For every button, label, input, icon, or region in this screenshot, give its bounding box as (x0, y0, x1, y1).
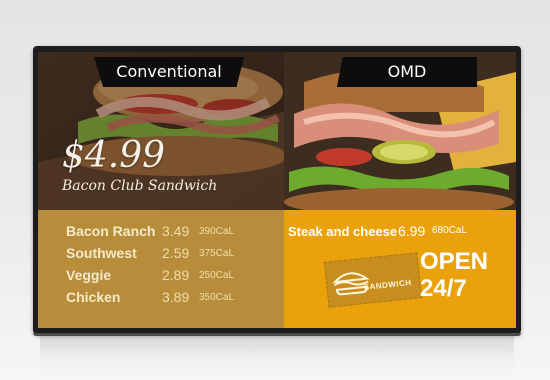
menu-item-price: 3.89 (162, 289, 190, 305)
menu-row: Veggie 2.89 250CaL (66, 266, 281, 288)
menu-item-name: Southwest (66, 245, 137, 261)
menu-item-calories: 350CaL (199, 292, 235, 303)
sandwich-stamp: SANDWICH (323, 252, 423, 308)
signage-screen: Conventional OMD $4.99 Bacon Club Sandwi… (38, 52, 516, 328)
promo-item-name: Steak and cheese (288, 224, 398, 239)
menu-row: Chicken 3.89 350CaL (66, 288, 281, 310)
display-mockup: Conventional OMD $4.99 Bacon Club Sandwi… (0, 0, 550, 380)
featured-item-name: Bacon Club Sandwich (62, 178, 218, 194)
menu-row: Bacon Ranch 3.49 390CaL (66, 222, 281, 244)
menu-item-calories: 375CaL (199, 248, 235, 259)
menu-item-name: Bacon Ranch (66, 223, 156, 239)
menu-item-price: 2.59 (162, 245, 190, 261)
menu-item-price: 2.89 (162, 267, 190, 283)
menu-item-name: Chicken (66, 289, 121, 305)
conventional-menu-list: Bacon Ranch 3.49 390CaL Southwest 2.59 3… (66, 222, 281, 310)
tab-omd: OMD (337, 57, 477, 87)
open-hours: 24/7 (420, 275, 467, 302)
featured-price: $4.99 (62, 135, 166, 176)
sandwich-icon (332, 272, 370, 296)
menu-item-price: 3.49 (162, 223, 190, 239)
floor-reflection (40, 336, 514, 376)
menu-item-calories: 250CaL (199, 270, 235, 281)
promo-item-calories: 680CaL (432, 225, 468, 236)
menu-item-name: Veggie (66, 267, 112, 283)
open-label: OPEN (420, 248, 489, 275)
tab-conventional: Conventional (94, 57, 244, 87)
menu-row: Southwest 2.59 375CaL (66, 244, 281, 266)
menu-item-calories: 390CaL (199, 226, 235, 237)
promo-item-price: 6.99 (398, 223, 426, 239)
